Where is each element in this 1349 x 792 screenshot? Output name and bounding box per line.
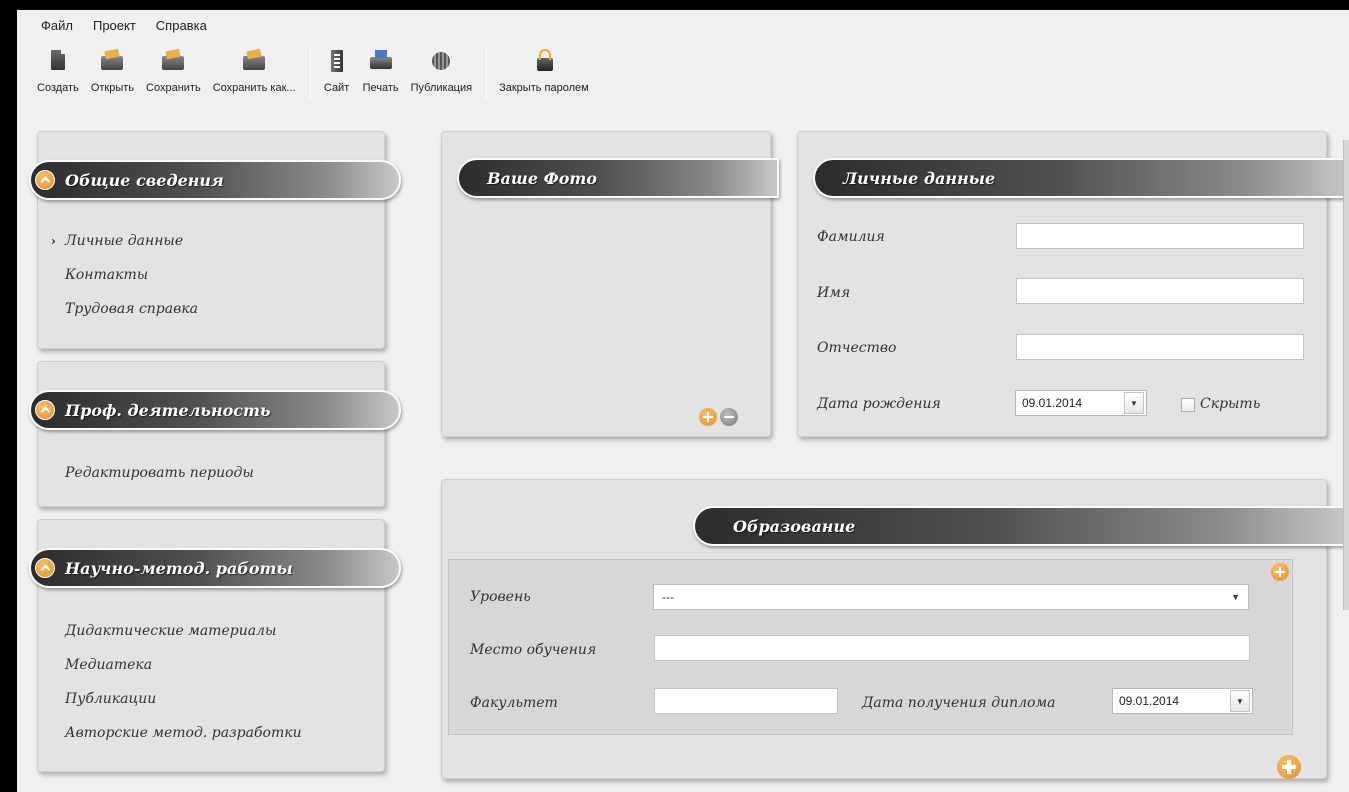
menu-file[interactable]: Файл (41, 18, 73, 33)
nav-personal-data[interactable]: › Личные данные (51, 224, 198, 258)
faculty-label: Факультет (470, 695, 558, 711)
lock-button[interactable]: Закрыть паролем (499, 40, 589, 94)
save-as-folder-icon (240, 48, 268, 76)
save-as-button[interactable]: Сохранить как... (213, 40, 296, 94)
last-name-field[interactable] (1016, 223, 1304, 249)
photo-header: Ваше Фото (457, 158, 779, 198)
study-place-field[interactable] (654, 635, 1250, 661)
save-label: Сохранить (146, 82, 201, 94)
lock-label: Закрыть паролем (499, 82, 589, 94)
nav-media-library[interactable]: Медиатека (65, 648, 302, 682)
first-name-field[interactable] (1016, 278, 1304, 304)
site-icon (323, 48, 351, 76)
remove-photo-button[interactable] (720, 408, 738, 426)
toolbar-separator (486, 46, 488, 100)
nav-edit-periods[interactable]: Редактировать периоды (65, 456, 254, 490)
publish-button[interactable]: Публикация (411, 40, 472, 94)
level-select-value: --- (662, 590, 674, 604)
menu-project[interactable]: Проект (93, 18, 136, 33)
patronymic-field[interactable] (1016, 334, 1304, 360)
last-name-label: Фамилия (817, 229, 885, 245)
print-label: Печать (362, 82, 399, 94)
general-title: Общие сведения (65, 170, 224, 190)
create-label: Создать (37, 82, 79, 94)
patronymic-label: Отчество (817, 340, 897, 356)
photo-title: Ваше Фото (487, 168, 598, 188)
personal-title: Личные данные (843, 168, 996, 188)
prof-header[interactable]: Проф. деятельность (29, 390, 401, 430)
print-button[interactable]: Печать (363, 40, 399, 94)
dropdown-arrow-icon[interactable]: ▼ (1230, 690, 1250, 712)
nav-work-record[interactable]: Трудовая справка (65, 292, 198, 326)
create-button[interactable]: Создать (37, 40, 79, 94)
nav-publications[interactable]: Публикации (65, 682, 302, 716)
education-header: Образование (693, 506, 1349, 546)
sci-nav: Дидактические материалы Медиатека Публик… (65, 614, 302, 750)
birth-date-label: Дата рождения (817, 396, 941, 412)
sci-header[interactable]: Научно-метод. работы (29, 548, 401, 588)
open-label: Открыть (90, 82, 135, 94)
sci-title: Научно-метод. работы (65, 558, 293, 578)
diploma-date-value: 09.01.2014 (1119, 694, 1180, 708)
personal-header: Личные данные (813, 158, 1349, 198)
globe-icon (427, 48, 455, 76)
first-name-label: Имя (817, 285, 851, 301)
toolbar-separator (309, 46, 311, 100)
study-place-label: Место обучения (470, 642, 597, 658)
general-nav: › Личные данные Контакты Трудовая справк… (51, 224, 198, 326)
collapse-icon[interactable] (35, 558, 55, 578)
scrollbar[interactable] (1343, 140, 1349, 610)
diploma-date-picker[interactable]: 09.01.2014 ▼ (1112, 688, 1253, 714)
printer-icon (367, 48, 395, 76)
collapse-icon[interactable] (35, 170, 55, 190)
nav-personal-data-label: Личные данные (65, 233, 184, 249)
prof-title: Проф. деятельность (65, 400, 271, 420)
save-folder-icon (159, 48, 187, 76)
hide-checkbox[interactable] (1181, 398, 1195, 412)
level-select[interactable]: --- ▼ (653, 584, 1249, 610)
general-header[interactable]: Общие сведения (29, 160, 401, 200)
education-title: Образование (733, 516, 856, 536)
nav-author-methods[interactable]: Авторские метод. разработки (65, 716, 302, 750)
save-as-label: Сохранить как... (212, 82, 296, 94)
new-document-icon (44, 48, 72, 76)
site-label: Сайт (323, 82, 350, 94)
menu-bar: Файл Проект Справка (17, 10, 1349, 40)
hide-label: Скрыть (1200, 396, 1261, 412)
toolbar: Создать Открыть Сохранить Сохранить как.… (17, 40, 1349, 108)
menu-help[interactable]: Справка (156, 18, 207, 33)
open-folder-icon (98, 48, 126, 76)
lock-icon (530, 48, 558, 76)
remove-education-button[interactable] (1271, 563, 1289, 581)
dropdown-arrow-icon: ▼ (1231, 592, 1240, 602)
active-arrow-icon: › (51, 234, 56, 248)
app-window: Файл Проект Справка Создать Открыть Сохр… (17, 10, 1349, 792)
level-label: Уровень (470, 589, 531, 605)
faculty-field[interactable] (654, 688, 838, 714)
nav-contacts[interactable]: Контакты (65, 258, 198, 292)
diploma-date-label: Дата получения диплома (862, 695, 1056, 711)
nav-didactic-materials[interactable]: Дидактические материалы (65, 614, 302, 648)
save-button[interactable]: Сохранить (146, 40, 201, 94)
add-education-button[interactable] (1277, 755, 1301, 779)
open-button[interactable]: Открыть (91, 40, 134, 94)
prof-nav: Редактировать периоды (65, 456, 254, 490)
site-button[interactable]: Сайт (323, 40, 351, 94)
publish-label: Публикация (410, 82, 473, 94)
birth-date-picker[interactable]: 09.01.2014 ▼ (1015, 390, 1147, 416)
collapse-icon[interactable] (35, 400, 55, 420)
birth-date-value: 09.01.2014 (1022, 396, 1083, 410)
add-photo-button[interactable] (699, 408, 717, 426)
dropdown-arrow-icon[interactable]: ▼ (1124, 392, 1144, 414)
